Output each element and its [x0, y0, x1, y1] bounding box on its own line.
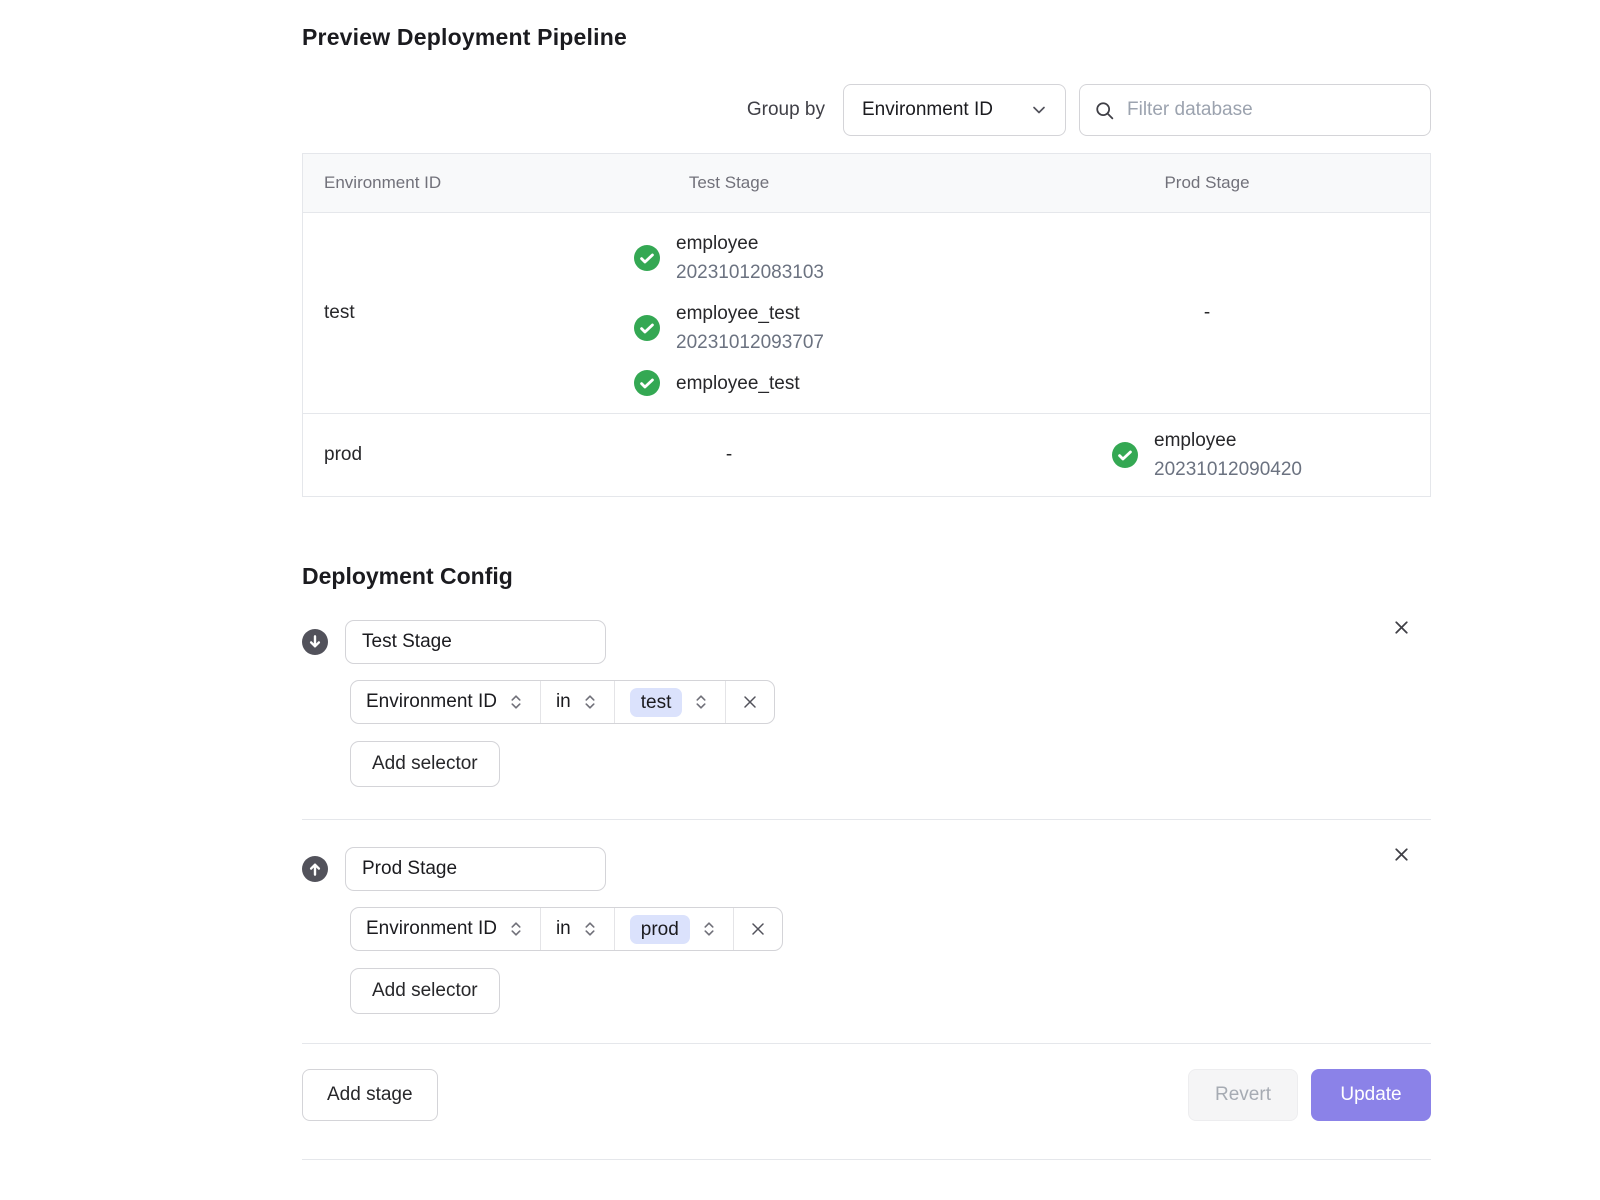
selector-key-select[interactable]: Environment ID	[351, 681, 541, 723]
selector-value-select[interactable]: test	[615, 681, 727, 723]
stage-config-prod: Environment ID in prod Ad	[302, 847, 1431, 1014]
content-container: Preview Deployment Pipeline Group by Env…	[302, 0, 1431, 1160]
selector-row: Environment ID in test	[350, 680, 1431, 724]
filter-database-box[interactable]	[1079, 84, 1431, 136]
stage-name-input[interactable]	[345, 620, 606, 664]
selector-group: Environment ID in test	[350, 680, 775, 724]
pipeline-table-header: Environment ID Test Stage Prod Stage	[303, 154, 1430, 212]
table-row: test employee 20231012083103	[303, 212, 1430, 413]
database-timestamp: 20231012093707	[676, 328, 824, 357]
database-name: employee_test	[676, 369, 800, 398]
remove-selector-button[interactable]	[734, 908, 782, 950]
selector-group: Environment ID in prod	[350, 907, 783, 951]
filter-database-input[interactable]	[1125, 98, 1416, 122]
selector-key-select[interactable]: Environment ID	[351, 908, 541, 950]
stage-divider	[302, 819, 1431, 820]
test-stage-cell: employee 20231012083103 employee_test 20…	[476, 229, 982, 398]
check-circle-icon	[634, 315, 660, 341]
environment-id-cell: test	[303, 302, 476, 324]
check-circle-icon	[634, 370, 660, 396]
stage-header	[302, 847, 1431, 891]
test-stage-cell-empty: -	[476, 444, 982, 466]
toolbar: Group by Environment ID	[302, 84, 1431, 136]
add-selector-button[interactable]: Add selector	[350, 968, 500, 1014]
chevron-down-icon	[1029, 100, 1049, 120]
stage-name-input[interactable]	[345, 847, 606, 891]
remove-stage-button[interactable]	[1384, 610, 1418, 644]
database-text: employee 20231012083103	[676, 229, 824, 287]
database-item: employee_test	[634, 369, 800, 398]
chevron-up-down-icon	[692, 693, 710, 711]
database-item: employee 20231012090420	[1112, 426, 1302, 484]
chevron-up-down-icon	[507, 693, 525, 711]
database-text: employee_test	[676, 369, 800, 398]
arrow-up-circle-icon	[302, 856, 328, 882]
deployment-config-title: Deployment Config	[302, 563, 1431, 590]
database-item: employee 20231012083103	[634, 229, 824, 287]
table-row: prod - employee 20231012090420	[303, 413, 1430, 496]
close-icon	[1391, 844, 1412, 865]
selector-row: Environment ID in prod	[350, 907, 1431, 951]
prod-stage-cell: employee 20231012090420	[982, 426, 1432, 484]
group-by-label: Group by	[747, 99, 825, 121]
database-item: employee_test 20231012093707	[634, 299, 824, 357]
database-text: employee_test 20231012093707	[676, 299, 824, 357]
selector-operator-select[interactable]: in	[541, 908, 615, 950]
database-timestamp: 20231012083103	[676, 258, 824, 287]
selector-operator-value: in	[556, 691, 571, 713]
revert-button[interactable]: Revert	[1188, 1069, 1298, 1121]
page: Preview Deployment Pipeline Group by Env…	[0, 0, 1600, 1200]
check-circle-icon	[634, 245, 660, 271]
remove-stage-button[interactable]	[1384, 837, 1418, 871]
selector-key-value: Environment ID	[366, 691, 497, 713]
check-circle-icon	[1112, 442, 1138, 468]
bottom-divider	[302, 1159, 1431, 1160]
database-list: employee 20231012083103 employee_test 20…	[634, 229, 824, 398]
footer-divider	[302, 1043, 1431, 1044]
close-icon	[740, 692, 760, 712]
database-name: employee_test	[676, 299, 824, 328]
column-header-test-stage: Test Stage	[476, 173, 982, 193]
remove-selector-button[interactable]	[726, 681, 774, 723]
chevron-up-down-icon	[507, 920, 525, 938]
stage-header	[302, 620, 1431, 664]
chevron-up-down-icon	[581, 920, 599, 938]
database-name: employee	[676, 229, 824, 258]
chevron-up-down-icon	[581, 693, 599, 711]
search-icon	[1094, 100, 1115, 121]
close-icon	[748, 919, 768, 939]
database-text: employee 20231012090420	[1154, 426, 1302, 484]
pipeline-table: Environment ID Test Stage Prod Stage tes…	[302, 153, 1431, 497]
footer-actions: Add stage Revert Update	[302, 1069, 1431, 1121]
column-header-prod-stage: Prod Stage	[982, 173, 1432, 193]
stage-config-test: Environment ID in test Ad	[302, 620, 1431, 787]
group-by-selected-value: Environment ID	[862, 99, 993, 121]
selector-value-select[interactable]: prod	[615, 908, 734, 950]
selector-value-pill: test	[630, 688, 683, 717]
chevron-up-down-icon	[700, 920, 718, 938]
database-name: employee	[1154, 426, 1302, 455]
selector-operator-value: in	[556, 918, 571, 940]
selector-operator-select[interactable]: in	[541, 681, 615, 723]
page-title: Preview Deployment Pipeline	[302, 24, 1431, 51]
database-list: employee 20231012090420	[1112, 426, 1302, 484]
prod-stage-cell-empty: -	[982, 302, 1432, 324]
update-button[interactable]: Update	[1311, 1069, 1431, 1121]
column-header-environment-id: Environment ID	[303, 173, 476, 193]
selector-key-value: Environment ID	[366, 918, 497, 940]
arrow-down-circle-icon	[302, 629, 328, 655]
add-selector-button[interactable]: Add selector	[350, 741, 500, 787]
group-by-select[interactable]: Environment ID	[843, 84, 1066, 136]
environment-id-cell: prod	[303, 444, 476, 466]
close-icon	[1391, 617, 1412, 638]
selector-value-pill: prod	[630, 915, 690, 944]
add-stage-button[interactable]: Add stage	[302, 1069, 438, 1121]
database-timestamp: 20231012090420	[1154, 455, 1302, 484]
